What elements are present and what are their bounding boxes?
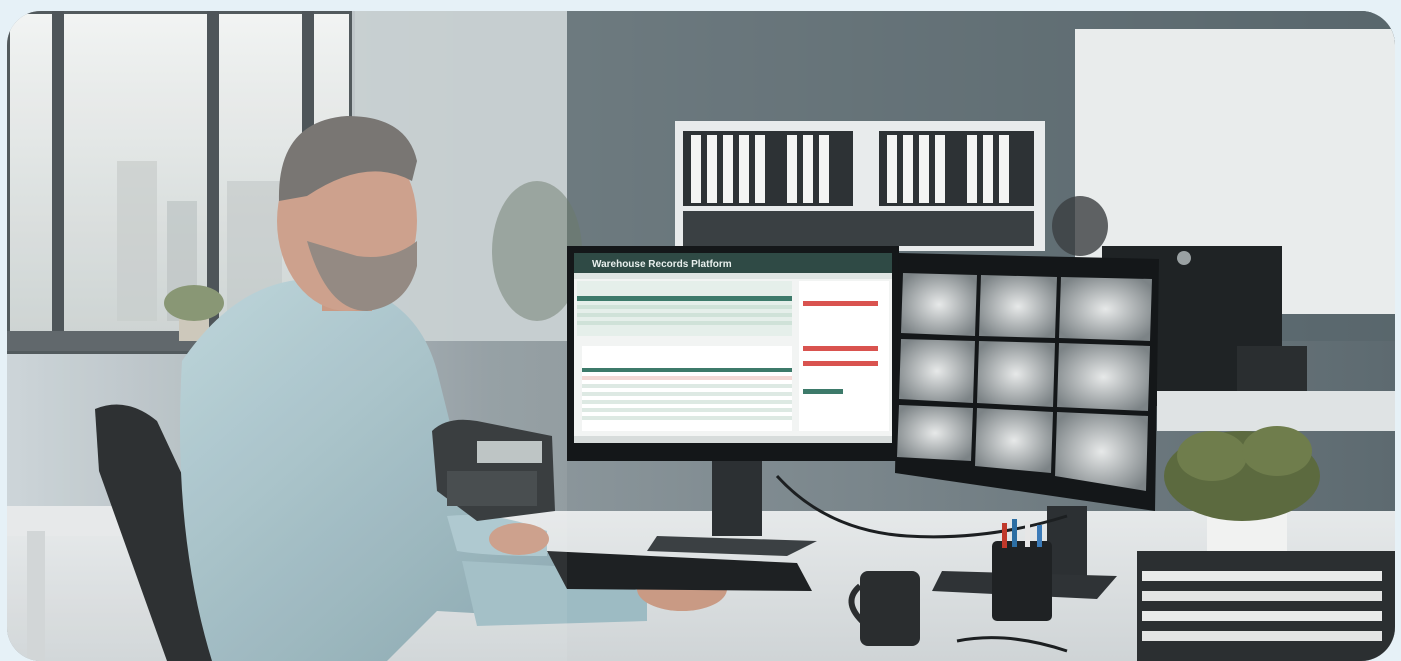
background-person: [1052, 196, 1108, 256]
coffee-mug: [848, 571, 920, 646]
back-desk: [1157, 391, 1395, 431]
photo-frame: Warehouse Records Platform: [7, 11, 1395, 661]
office-scene: Warehouse Records Platform: [7, 11, 1395, 661]
camera-grid: [897, 273, 1152, 491]
app-title: Warehouse Records Platform: [592, 259, 732, 270]
bookshelf: [675, 121, 1045, 251]
binder-stack: [1137, 551, 1395, 661]
